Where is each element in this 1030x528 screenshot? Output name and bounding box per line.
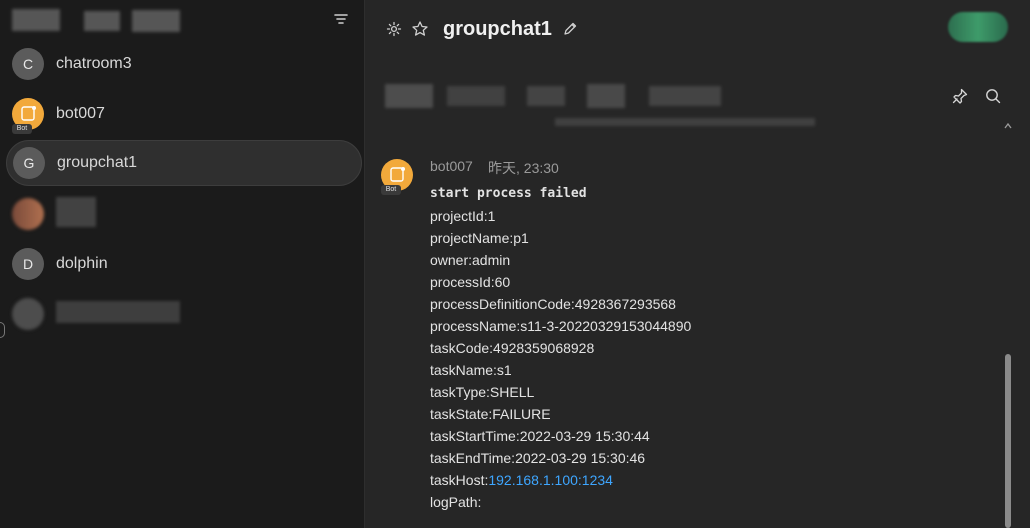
edit-icon[interactable] — [562, 21, 578, 37]
chat-item-hidden[interactable] — [6, 291, 362, 337]
message-line: processName:s11-3-20220329153044890 — [430, 318, 692, 334]
sidebar: C chatroom3 Bot bot007 G groupchat1 D do… — [0, 0, 364, 528]
message-sender[interactable]: bot007 — [430, 158, 473, 174]
scroll-thumb[interactable] — [1005, 354, 1011, 528]
message-line: taskName:s1 — [430, 362, 512, 378]
message-line: taskStartTime:2022-03-29 15:30:44 — [430, 428, 650, 444]
blurred-chat-name — [56, 301, 180, 323]
message-line: taskHost:192.168.1.100:1234 — [430, 469, 990, 491]
bot-badge: Bot — [12, 124, 32, 134]
message-line: processId:60 — [430, 274, 511, 290]
chat-item-bot007[interactable]: Bot bot007 — [6, 91, 362, 137]
chat-item-groupchat1[interactable]: G groupchat1 — [6, 140, 362, 186]
blurred-header-text — [12, 9, 60, 31]
bot-avatar: Bot — [12, 98, 44, 134]
gear-icon[interactable] — [386, 21, 402, 37]
avatar: G — [13, 147, 45, 179]
chat-title: groupchat1 — [443, 18, 552, 40]
message-line: logPath: — [430, 494, 482, 510]
collapse-handle[interactable] — [0, 322, 5, 338]
message-line: taskCode:4928359068928 — [430, 340, 595, 356]
blurred-header-text — [132, 10, 180, 32]
filter-icon[interactable] — [333, 11, 349, 27]
scroll-up-arrow-icon[interactable] — [1004, 122, 1012, 130]
avatar — [12, 298, 44, 330]
avatar: D — [12, 248, 44, 280]
presence-indicator — [948, 12, 1008, 42]
avatar: C — [12, 48, 44, 80]
blurred-previous-message — [555, 118, 815, 126]
message-line: projectName:p1 — [430, 230, 529, 246]
blurred-chat-name — [56, 197, 96, 227]
chat-name: dolphin — [56, 255, 108, 272]
task-host-link[interactable]: 192.168.1.100:1234 — [488, 472, 613, 488]
chat-header: groupchat1 — [365, 0, 1030, 118]
blurred-tab — [447, 86, 505, 106]
blurred-tab — [649, 86, 721, 106]
pin-icon[interactable] — [951, 87, 969, 105]
task-host-label: taskHost: — [430, 472, 489, 488]
message-line: projectId:1 — [430, 208, 496, 224]
message-line: processDefinitionCode:4928367293568 — [430, 296, 676, 312]
chat-item-chatroom3[interactable]: C chatroom3 — [6, 41, 362, 87]
chat-name: chatroom3 — [56, 55, 132, 72]
message-line: owner:admin — [430, 252, 511, 268]
chat-item-hidden[interactable] — [6, 191, 362, 237]
message-list: Bot bot007 昨天, 23:30 start process faile… — [365, 118, 1001, 528]
message-line: taskType:SHELL — [430, 384, 535, 400]
message-line: taskState:FAILURE — [430, 406, 551, 422]
sidebar-header — [0, 0, 364, 40]
message-line: taskEndTime:2022-03-29 15:30:46 — [430, 450, 646, 466]
message-body: start process failed projectId:1 project… — [430, 183, 990, 513]
bot-avatar[interactable]: Bot — [381, 159, 413, 195]
message-timestamp: 昨天, 23:30 — [488, 160, 559, 176]
search-icon[interactable] — [984, 87, 1002, 105]
chat-panel: groupchat1 Bot bot007 昨天, 23:30 start pr… — [364, 0, 1030, 528]
avatar — [12, 198, 44, 230]
chat-name: groupchat1 — [57, 154, 138, 171]
scrollbar[interactable] — [1001, 118, 1015, 528]
chat-name: bot007 — [56, 105, 105, 122]
bot-badge: Bot — [381, 185, 401, 195]
blurred-tab — [587, 84, 625, 108]
blurred-header-text — [84, 11, 120, 31]
blurred-tab — [385, 84, 433, 108]
message-line: start process failed — [430, 186, 587, 201]
star-icon[interactable] — [411, 20, 429, 38]
blurred-tab — [527, 86, 565, 106]
chat-item-dolphin[interactable]: D dolphin — [6, 241, 362, 287]
